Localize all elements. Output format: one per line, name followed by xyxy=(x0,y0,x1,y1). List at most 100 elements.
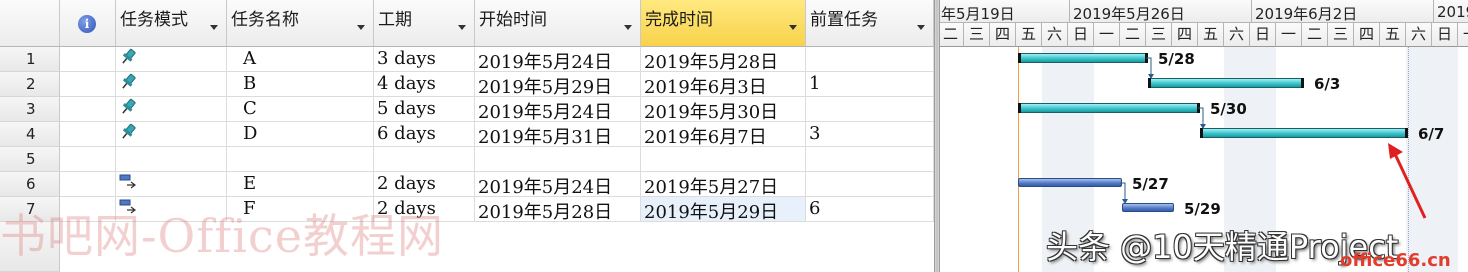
cell-duration[interactable]: 5 days xyxy=(374,97,475,122)
auto-scheduled-icon xyxy=(119,198,139,221)
cell-indicators[interactable] xyxy=(60,172,116,197)
column-header-indicators[interactable]: i xyxy=(60,0,116,47)
cell-text: E xyxy=(243,173,257,194)
cell-start[interactable] xyxy=(475,147,641,172)
cell-duration[interactable]: 3 days xyxy=(374,47,475,72)
cell-indicators[interactable] xyxy=(60,197,116,222)
cell-text: 2019年5月24日 xyxy=(478,102,613,122)
cell-text: 6 xyxy=(809,198,821,219)
cell-task-name[interactable]: E xyxy=(227,172,374,197)
cell-predecessors[interactable] xyxy=(806,47,934,72)
cell-indicators[interactable] xyxy=(60,97,116,122)
cell-finish[interactable]: 2019年5月27日 xyxy=(641,172,806,197)
row-header[interactable]: 7 xyxy=(0,197,60,222)
row-header[interactable]: 4 xyxy=(0,122,60,147)
cell-task-name[interactable]: C xyxy=(227,97,374,122)
column-header-finish[interactable]: 完成时间 xyxy=(641,0,806,47)
cell-predecessors[interactable]: 6 xyxy=(806,197,934,222)
cell-task-mode[interactable] xyxy=(116,147,227,172)
cell-text: 4 days xyxy=(377,73,436,94)
filter-dropdown-icon[interactable] xyxy=(917,25,925,30)
cell-finish[interactable]: 2019年5月30日 xyxy=(641,97,806,122)
task-table: i 任务模式 任务名称 工期 开始时间 完成时间 前置任务 1 A 3 days 20… xyxy=(0,0,934,272)
cell-task-mode[interactable] xyxy=(116,72,227,97)
column-header-start[interactable]: 开始时间 xyxy=(475,0,641,47)
cell-text: 2019年5月29日 xyxy=(478,77,613,97)
site-logo-text: office66.cn xyxy=(1340,250,1451,271)
row-header[interactable]: 2 xyxy=(0,72,60,97)
cell-text: 2019年5月27日 xyxy=(644,177,779,197)
link-arrowhead xyxy=(1122,199,1128,204)
cell-indicators[interactable] xyxy=(60,47,116,72)
cell-task-mode[interactable] xyxy=(116,47,227,72)
cell-task-name[interactable]: B xyxy=(227,72,374,97)
cell-text: 6 days xyxy=(377,123,436,144)
cell-text: 2 days xyxy=(377,198,436,219)
cell-indicators[interactable] xyxy=(60,147,116,172)
cell-text: 1 xyxy=(809,73,821,94)
cell-start[interactable]: 2019年5月31日 xyxy=(475,122,641,147)
filter-dropdown-icon[interactable] xyxy=(210,25,218,30)
column-header-label: 任务模式 xyxy=(120,10,188,30)
cell-duration[interactable]: 2 days xyxy=(374,172,475,197)
row-number: 4 xyxy=(26,125,36,143)
column-header-label: 完成时间 xyxy=(645,10,713,30)
cell-finish[interactable]: 2019年5月29日 xyxy=(641,197,806,222)
cell-task-name[interactable]: D xyxy=(227,122,374,147)
cell-start[interactable]: 2019年5月28日 xyxy=(475,197,641,222)
cell-task-mode[interactable] xyxy=(116,97,227,122)
link-arrowhead xyxy=(1200,124,1206,129)
column-header-duration[interactable]: 工期 xyxy=(374,0,475,47)
cell-text: F xyxy=(243,198,256,219)
cell-predecessors[interactable] xyxy=(806,172,934,197)
cell-text: 2019年5月28日 xyxy=(644,52,779,72)
cell-start[interactable]: 2019年5月24日 xyxy=(475,172,641,197)
cell-task-mode[interactable] xyxy=(116,172,227,197)
column-header-label: 开始时间 xyxy=(479,10,547,30)
column-header-task-mode[interactable]: 任务模式 xyxy=(116,0,227,47)
cell-task-mode[interactable] xyxy=(116,197,227,222)
cell-start[interactable]: 2019年5月24日 xyxy=(475,97,641,122)
cell-predecessors[interactable]: 3 xyxy=(806,122,934,147)
cell-indicators[interactable] xyxy=(60,72,116,97)
cell-indicators[interactable] xyxy=(60,122,116,147)
cell-finish[interactable]: 2019年6月3日 xyxy=(641,72,806,97)
filter-dropdown-icon[interactable] xyxy=(624,25,632,30)
filter-dropdown-icon[interactable] xyxy=(789,25,797,30)
column-header-task-name[interactable]: 任务名称 xyxy=(227,0,374,47)
cell-predecessors[interactable] xyxy=(806,97,934,122)
select-all-corner[interactable] xyxy=(0,0,60,47)
row-number: 2 xyxy=(26,75,36,93)
cell-start[interactable]: 2019年5月24日 xyxy=(475,47,641,72)
row-header[interactable]: 1 xyxy=(0,47,60,72)
cell-start[interactable]: 2019年5月29日 xyxy=(475,72,641,97)
cell-text: 2 days xyxy=(377,173,436,194)
cell-text: 2019年5月30日 xyxy=(644,102,779,122)
cell-finish[interactable] xyxy=(641,147,806,172)
cell-duration[interactable]: 2 days xyxy=(374,197,475,222)
cell-predecessors[interactable] xyxy=(806,147,934,172)
cell-task-mode[interactable] xyxy=(116,122,227,147)
column-header-label: 前置任务 xyxy=(810,10,878,30)
cell-duration[interactable]: 4 days xyxy=(374,72,475,97)
cell-task-name[interactable]: F xyxy=(227,197,374,222)
row-header[interactable]: 6 xyxy=(0,172,60,197)
filter-dropdown-icon[interactable] xyxy=(357,25,365,30)
cell-task-name[interactable]: A xyxy=(227,47,374,72)
cell-finish[interactable]: 2019年6月7日 xyxy=(641,122,806,147)
filter-dropdown-icon[interactable] xyxy=(458,25,466,30)
cell-text: 2019年6月3日 xyxy=(644,77,767,97)
cell-text: C xyxy=(243,98,257,119)
column-header-predecessors[interactable]: 前置任务 xyxy=(806,0,934,47)
cell-text: 2019年5月31日 xyxy=(478,127,613,147)
cell-duration[interactable]: 6 days xyxy=(374,122,475,147)
cell-duration[interactable] xyxy=(374,147,475,172)
manually-scheduled-pin-icon xyxy=(119,123,137,146)
cell-text: 2019年5月24日 xyxy=(478,52,613,72)
row-number: 1 xyxy=(26,50,36,68)
row-header[interactable]: 3 xyxy=(0,97,60,122)
cell-task-name[interactable] xyxy=(227,147,374,172)
cell-predecessors[interactable]: 1 xyxy=(806,72,934,97)
row-header[interactable]: 5 xyxy=(0,147,60,172)
cell-finish[interactable]: 2019年5月28日 xyxy=(641,47,806,72)
